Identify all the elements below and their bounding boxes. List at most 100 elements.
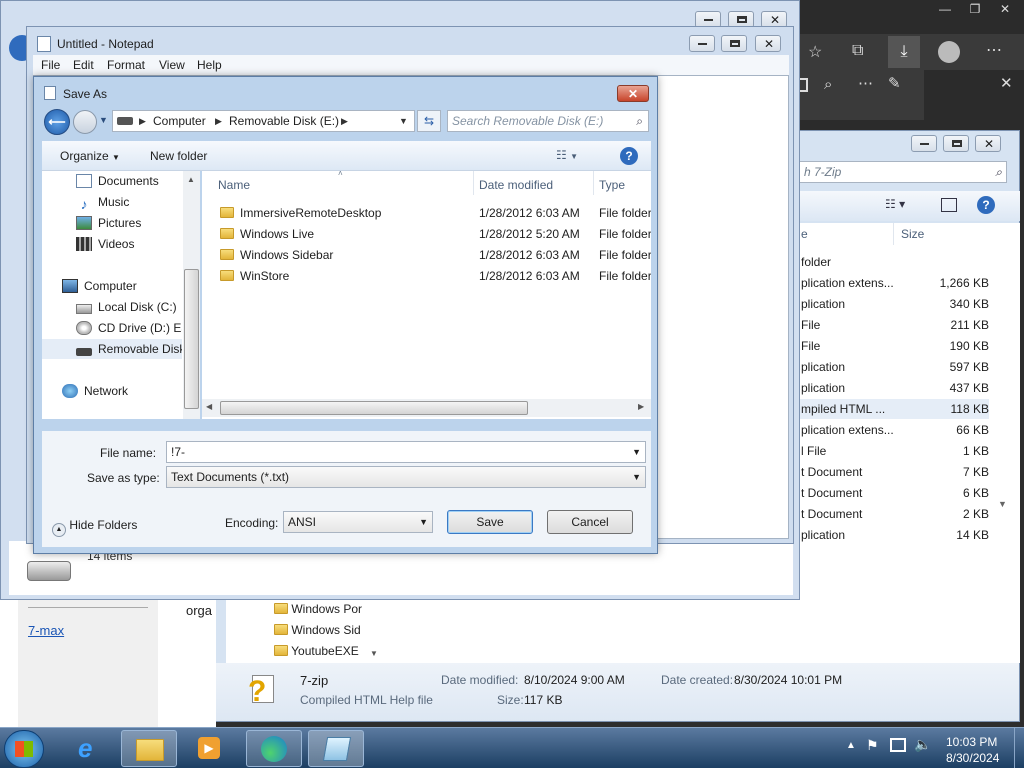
scroll-up-arrow-icon[interactable]: ▲	[187, 175, 195, 184]
back-button[interactable]: ⟵	[44, 109, 70, 135]
column-header-date[interactable]: Date modified	[479, 178, 553, 192]
taskbar-notepad-icon[interactable]	[308, 730, 364, 767]
profile-avatar[interactable]	[938, 41, 960, 63]
tree-item-documents[interactable]: Documents	[76, 171, 182, 191]
horizontal-scrollbar[interactable]: ◀ ▶	[202, 399, 651, 417]
breadcrumb-removable-disk[interactable]: Removable Disk (E:)	[229, 111, 339, 131]
column-header-size[interactable]: Size	[901, 227, 924, 241]
encoding-select[interactable]: ANSI ▼	[283, 511, 433, 533]
scroll-left-arrow-icon[interactable]: ◀	[206, 402, 212, 411]
volume-muted-icon[interactable]: 🔈	[914, 736, 931, 753]
tree-item-music[interactable]: ♪ Music	[76, 192, 182, 212]
file-row[interactable]: ImmersiveRemoteDesktop 1/28/2012 6:03 AM F…	[202, 203, 651, 223]
close-sidebar-icon[interactable]: ✕	[1000, 74, 1013, 92]
file-row[interactable]: WinStore 1/28/2012 6:03 AM File folder	[202, 266, 651, 286]
help-icon[interactable]: ?	[977, 196, 995, 214]
new-folder-button[interactable]: New folder	[150, 149, 207, 163]
clock-date[interactable]: 8/30/2024	[946, 751, 999, 765]
list-item[interactable]: plication 340 KB	[799, 294, 989, 314]
browser-restore-button[interactable]: ❐	[960, 0, 990, 18]
file-name-dropdown-icon[interactable]: ▼	[632, 442, 641, 462]
menu-edit[interactable]: Edit	[73, 58, 94, 72]
tree-item-youtubeexe[interactable]: YoutubeEXE	[274, 641, 359, 661]
list-item[interactable]: t Document 7 KB	[799, 462, 989, 482]
column-header-name[interactable]: Name	[218, 178, 250, 192]
list-item[interactable]: t Document 2 KB	[799, 504, 989, 524]
file-row[interactable]: Windows Sidebar 1/28/2012 6:03 AM File fol…	[202, 245, 651, 265]
help-icon[interactable]: ?	[620, 147, 638, 165]
clock-time[interactable]: 10:03 PM	[946, 735, 997, 749]
save-button[interactable]: Save	[447, 510, 533, 534]
tree-item-windows-sid[interactable]: Windows Sid	[274, 620, 361, 640]
scroll-right-arrow-icon[interactable]: ▶	[638, 402, 644, 411]
view-options-icon[interactable]: ☷ ▾	[885, 197, 905, 211]
hide-folders-button[interactable]: ▲ Hide Folders	[52, 518, 137, 537]
explorer-close-button[interactable]: ✕	[975, 135, 1001, 152]
search-box[interactable]: Search Removable Disk (E:) ⌕	[447, 110, 649, 132]
list-item[interactable]: File 211 KB	[799, 315, 989, 335]
list-item[interactable]: mpiled HTML ... 118 KB	[799, 399, 989, 419]
address-bar[interactable]: ▶ Computer ▶ Removable Disk (E:) ▶ ▼	[112, 110, 415, 132]
list-item[interactable]: plication extens... 66 KB	[799, 420, 989, 440]
column-header-type[interactable]: e	[801, 227, 808, 241]
start-button[interactable]	[4, 730, 44, 768]
nav-scrollbar-thumb[interactable]	[184, 269, 199, 409]
cancel-button[interactable]: Cancel	[547, 510, 633, 534]
collections-icon[interactable]: ⧉	[852, 42, 863, 60]
tree-item-usb-drive[interactable]: Removable Disk (E:)	[42, 339, 182, 359]
taskbar-explorer-icon[interactable]	[121, 730, 177, 767]
tree-item-drive[interactable]: Local Disk (C:)	[76, 297, 182, 317]
menu-help[interactable]: Help	[197, 58, 222, 72]
tree-scroll-down-icon[interactable]: ▼	[370, 649, 378, 658]
explorer-minimize-button[interactable]	[911, 135, 937, 152]
pin-icon[interactable]: ✎	[888, 74, 901, 92]
tree-item-computer[interactable]: Computer	[62, 276, 182, 296]
forward-button[interactable]	[73, 110, 97, 134]
list-item[interactable]: folder	[799, 252, 989, 272]
address-dropdown-icon[interactable]: ▼	[399, 111, 408, 131]
tree-item-videos[interactable]: Videos	[76, 234, 182, 254]
browser-minimize-button[interactable]: —	[930, 0, 960, 18]
list-item[interactable]: l File 1 KB	[799, 441, 989, 461]
menu-file[interactable]: File	[41, 58, 60, 72]
list-item[interactable]: plication 437 KB	[799, 378, 989, 398]
browser-close-button[interactable]: ✕	[990, 0, 1020, 18]
horizontal-scrollbar-thumb[interactable]	[220, 401, 528, 415]
network-tray-icon[interactable]	[890, 738, 906, 752]
list-item[interactable]: plication 597 KB	[799, 357, 989, 377]
tree-item-windows-por[interactable]: Windows Por	[274, 599, 362, 619]
show-desktop-button[interactable]	[1014, 728, 1024, 768]
taskbar-edge-icon[interactable]	[246, 730, 302, 767]
save-type-select[interactable]: Text Documents (*.txt) ▼	[166, 466, 646, 488]
search-page-icon[interactable]: ⌕	[824, 76, 832, 93]
notepad-minimize-button[interactable]	[689, 35, 715, 52]
notepad-maximize-button[interactable]	[721, 35, 747, 52]
link-7-max[interactable]: 7-max	[28, 623, 64, 638]
tree-item-network[interactable]: Network	[62, 381, 182, 401]
explorer-scrollbar[interactable]: ▼	[994, 223, 1012, 643]
taskbar-media-player-icon[interactable]: ▶	[180, 730, 236, 767]
favorites-icon[interactable]: ☆	[808, 42, 822, 62]
file-row[interactable]: Windows Live 1/28/2012 5:20 AM File folder	[202, 224, 651, 244]
explorer-maximize-button[interactable]	[943, 135, 969, 152]
tree-item-pictures[interactable]: Pictures	[76, 213, 182, 233]
tree-item-cd-drive[interactable]: CD Drive (D:) Eas	[76, 318, 182, 338]
show-hidden-icons-icon[interactable]: ▲	[846, 740, 856, 751]
preview-pane-icon[interactable]	[941, 198, 957, 212]
dialog-close-button[interactable]: ✕	[617, 85, 649, 102]
menu-dots-icon[interactable]: ⋯	[858, 74, 873, 92]
menu-view[interactable]: View	[159, 58, 185, 72]
file-name-input[interactable]: !7- ▼	[166, 441, 646, 463]
menu-format[interactable]: Format	[107, 58, 145, 72]
scroll-down-arrow-icon[interactable]: ▼	[998, 499, 1007, 509]
refresh-button[interactable]: ⇆	[417, 110, 441, 132]
view-options-icon[interactable]: ☷ ▼	[556, 148, 578, 162]
breadcrumb-computer[interactable]: Computer	[153, 111, 206, 131]
list-item[interactable]: plication 14 KB	[799, 525, 989, 545]
taskbar-ie-icon[interactable]: e	[62, 730, 118, 767]
action-center-flag-icon[interactable]: ⚑	[866, 737, 879, 754]
download-icon[interactable]: ⤓	[888, 36, 920, 68]
notepad-close-button[interactable]: ✕	[755, 35, 781, 52]
recent-pages-icon[interactable]: ▼	[99, 115, 108, 125]
list-item[interactable]: plication extens... 1,266 KB	[799, 273, 989, 293]
